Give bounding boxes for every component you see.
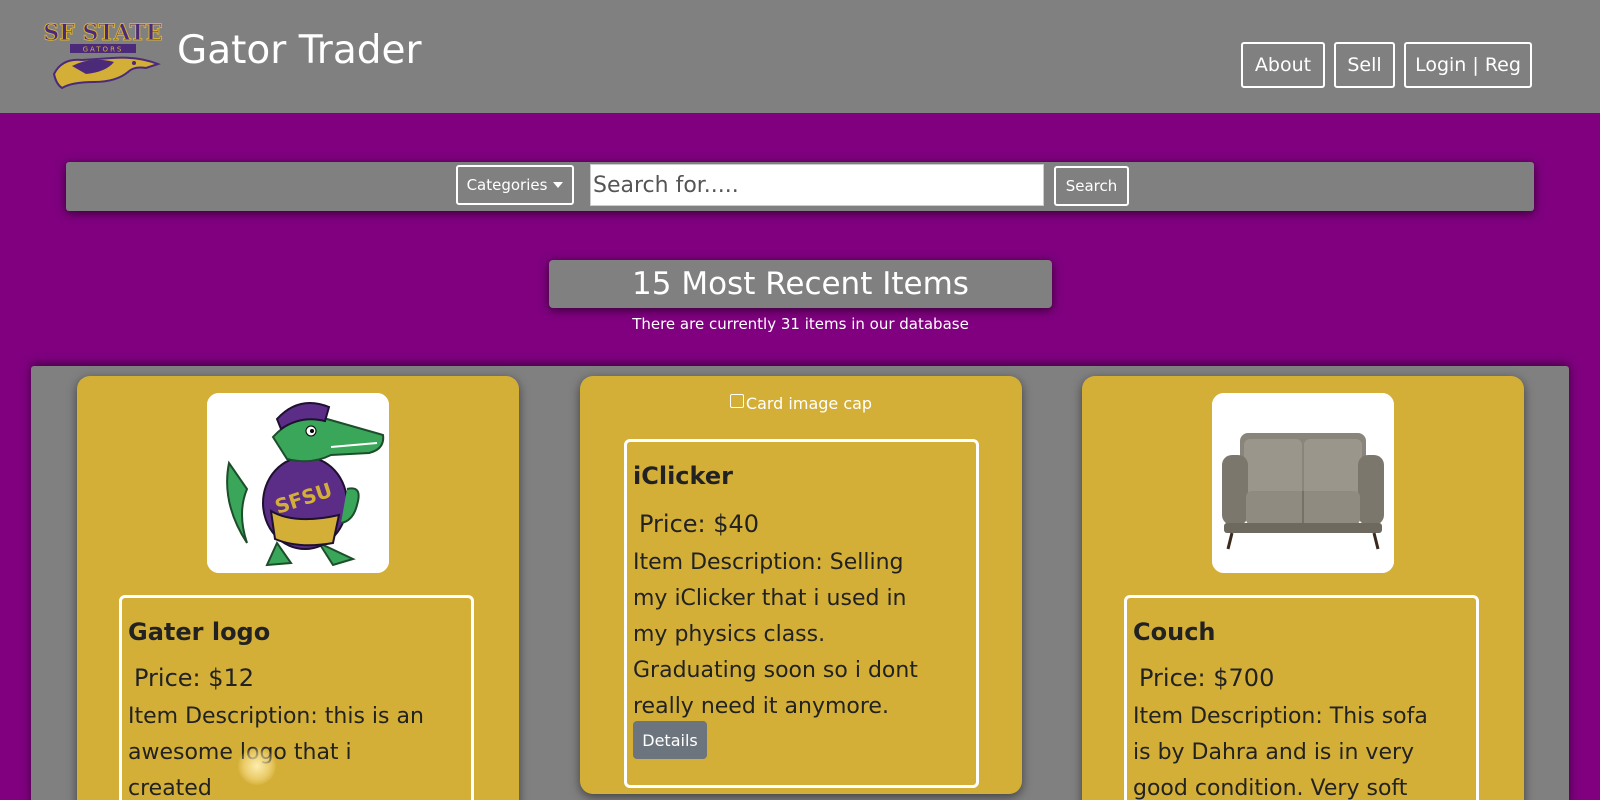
svg-text:SF STATE: SF STATE (43, 20, 162, 46)
search-input[interactable] (590, 164, 1044, 206)
top-navbar: SF STATE GATORS Gator Trader About Sell … (0, 0, 1600, 113)
item-title[interactable]: Couch (1133, 618, 1216, 646)
item-info-box: iClicker Price: $40 Item Description: Se… (624, 439, 979, 788)
item-image[interactable]: SFSU (207, 393, 389, 573)
item-description: Item Description: this is an awesome log… (128, 704, 424, 800)
recent-items-heading: 15 Most Recent Items (549, 260, 1052, 308)
about-button[interactable]: About (1241, 42, 1325, 88)
item-description: Item Description: Selling my iClicker th… (633, 550, 918, 719)
item-price: Price: $40 (639, 510, 760, 538)
item-image-broken[interactable]: Card image cap (580, 393, 1022, 413)
login-register-button[interactable]: Login | Reg (1404, 42, 1532, 88)
item-title[interactable]: Gater logo (128, 618, 270, 646)
categories-dropdown[interactable]: Categories (456, 165, 574, 205)
details-button[interactable]: Details (633, 721, 707, 759)
brand-title[interactable]: Gator Trader (177, 28, 422, 73)
item-price: Price: $700 (1139, 664, 1275, 692)
item-card: Couch Price: $700 Item Description: This… (1082, 376, 1524, 800)
item-image[interactable] (1212, 393, 1394, 573)
broken-image-icon (729, 393, 744, 408)
item-title[interactable]: iClicker (633, 462, 733, 490)
categories-label: Categories (466, 176, 548, 194)
search-bar: Categories Search (66, 162, 1534, 211)
item-count-text: There are currently 31 items in our data… (632, 315, 969, 333)
sell-button[interactable]: Sell (1334, 42, 1395, 88)
svg-text:GATORS: GATORS (83, 46, 124, 54)
caret-down-icon (553, 182, 564, 188)
item-info-box: Couch Price: $700 Item Description: This… (1124, 595, 1479, 800)
item-description: Item Description: This sofa is by Dahra … (1133, 704, 1428, 800)
item-image-alt-text: Card image cap (745, 394, 873, 413)
search-button[interactable]: Search (1054, 166, 1129, 206)
item-card: Card image cap iClicker Price: $40 Item … (580, 376, 1022, 794)
item-card: SFSU Gater logo Price: $12 Item Descript… (77, 376, 519, 800)
mouse-cursor-highlight (238, 747, 276, 785)
item-price: Price: $12 (134, 664, 255, 692)
sf-state-gators-logo[interactable]: SF STATE GATORS (42, 16, 164, 94)
item-info-box: Gater logo Price: $12 Item Description: … (119, 595, 474, 800)
